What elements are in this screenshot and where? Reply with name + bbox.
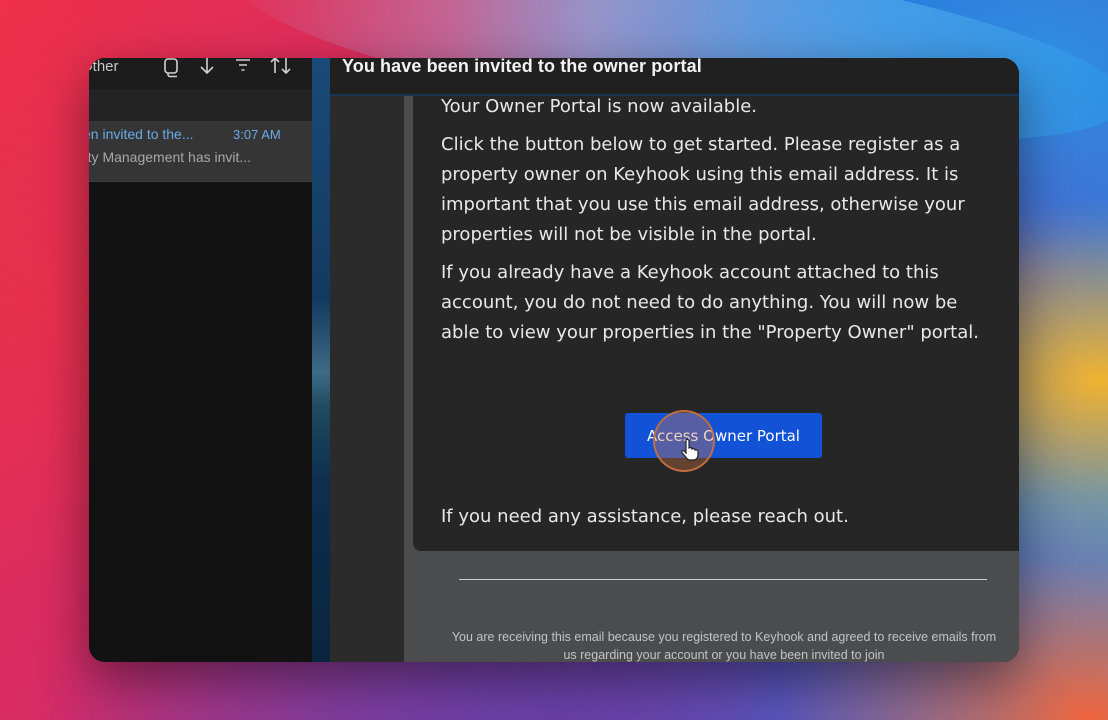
email-body-background: Your Owner Portal is now available. Clic… — [404, 96, 1019, 662]
email-paragraph-existing-account: If you already have a Keyhook account at… — [441, 262, 979, 343]
copy-icon[interactable] — [161, 58, 181, 78]
email-paragraph-intro: Your Owner Portal is now available. — [441, 96, 758, 117]
reading-pane-margin — [330, 96, 404, 662]
sort-icon[interactable] — [269, 58, 293, 78]
reading-pane: You have been invited to the owner porta… — [330, 58, 1019, 662]
mail-list-toolbar: Other — [89, 58, 312, 91]
mail-item-subject: en invited to the... — [89, 126, 194, 142]
mail-item-preview: rty Management has invit... — [89, 149, 252, 165]
arrow-down-icon[interactable] — [197, 58, 217, 78]
filter-icon[interactable] — [233, 58, 253, 78]
email-footer-text: You are receiving this email because you… — [451, 630, 997, 662]
email-subject-header: You have been invited to the owner porta… — [330, 58, 1019, 96]
email-closing-line: If you need any assistance, please reach… — [441, 506, 849, 527]
pane-divider[interactable] — [312, 58, 330, 662]
hand-pointer-icon — [680, 437, 700, 461]
mail-list-pane: Other en invited to the... 3:07 AM rty M… — [89, 58, 312, 662]
mail-list-item[interactable]: en invited to the... 3:07 AM rty Managem… — [89, 121, 312, 182]
mail-list-header-gap — [89, 91, 312, 121]
email-subject: You have been invited to the owner porta… — [342, 58, 702, 76]
folder-tab-other[interactable]: Other — [89, 58, 119, 75]
email-paragraph-register: Click the button below to get started. P… — [441, 134, 965, 245]
footer-divider — [459, 579, 987, 580]
mail-item-time: 3:07 AM — [233, 127, 281, 142]
mail-app-window: Other en invited to the... 3:07 AM rty M… — [89, 58, 1019, 662]
email-card: Your Owner Portal is now available. Clic… — [413, 96, 1019, 551]
